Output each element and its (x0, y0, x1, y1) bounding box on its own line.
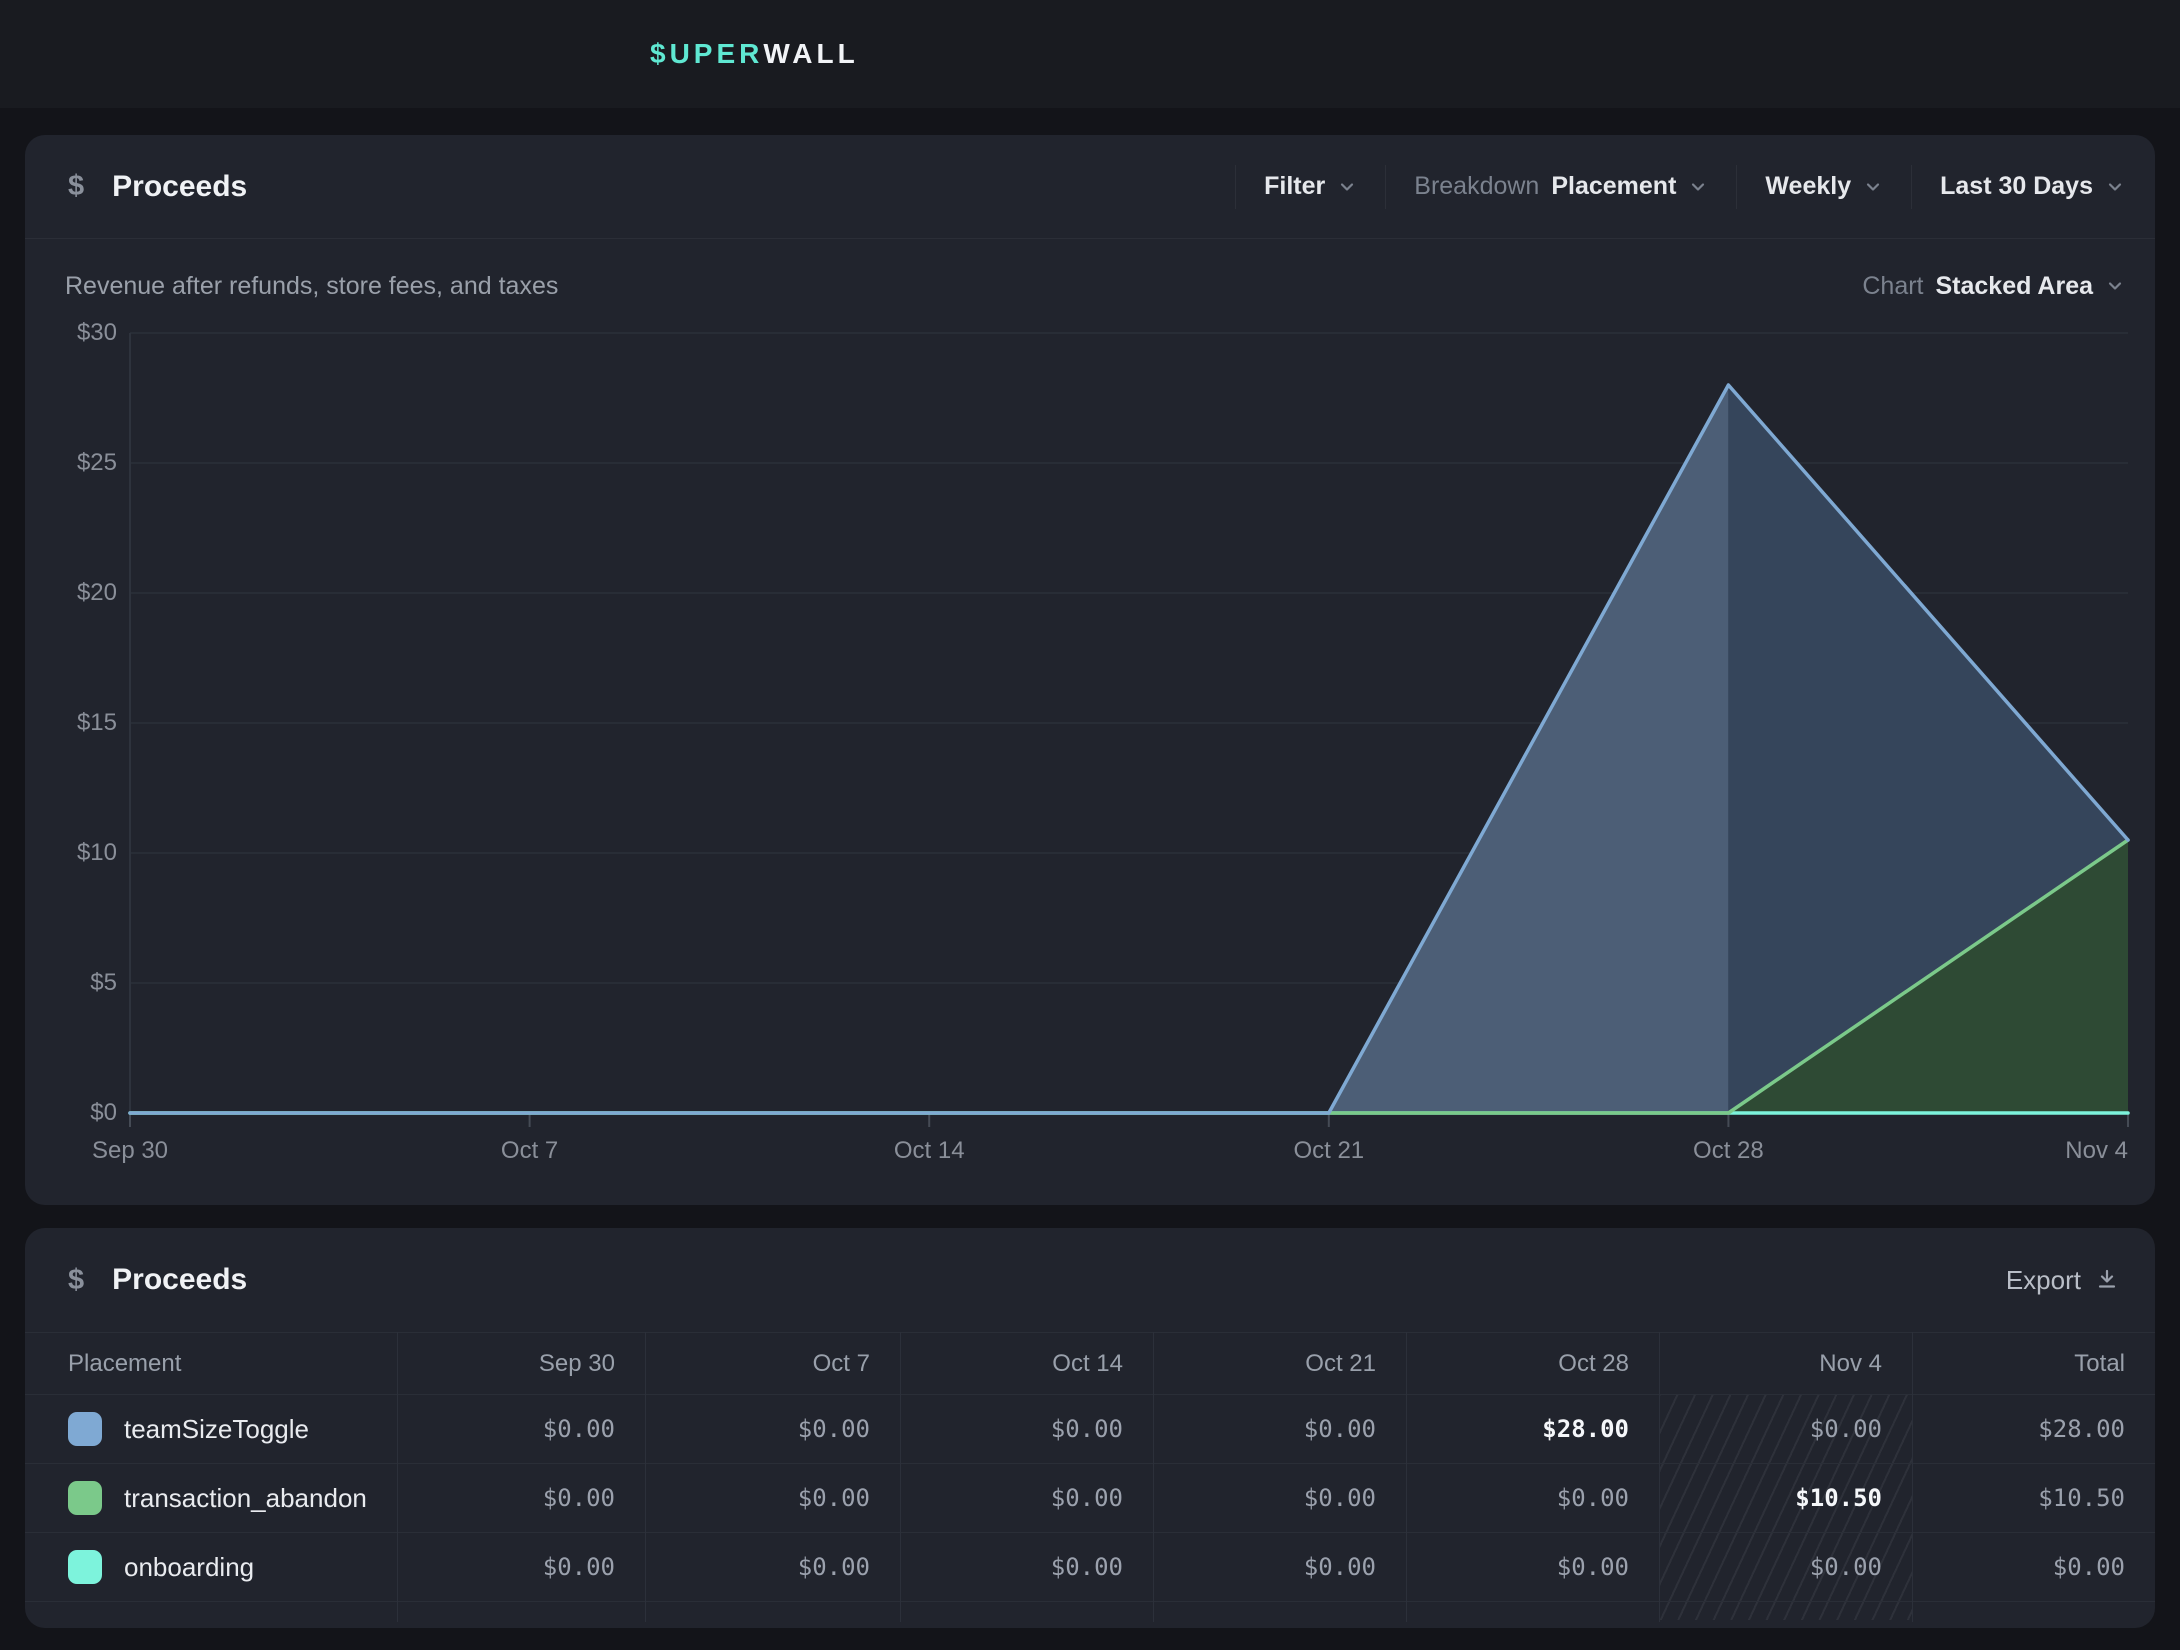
x-tick-label: Oct 21 (1293, 1137, 1364, 1165)
page: $UPERWALL $ Proceeds Filter Breakdown Pl… (0, 0, 2180, 1650)
placement-cell[interactable]: onboarding (25, 1533, 397, 1601)
column-header: Nov 4 (1659, 1333, 1912, 1394)
y-tick-label: $25 (25, 449, 117, 477)
column-header: Oct 21 (1153, 1333, 1406, 1394)
y-tick-label: $30 (25, 319, 117, 347)
x-tick-label: Nov 4 (2065, 1137, 2128, 1165)
download-icon (2095, 1268, 2119, 1292)
value-cell: $0.00 (1659, 1395, 1912, 1463)
value-cell: $28.00 (1406, 1395, 1659, 1463)
stacked-area-chart[interactable] (25, 135, 2155, 1205)
value-cell: $0.00 (645, 1395, 900, 1463)
placement-name: transaction_abandon (124, 1483, 367, 1514)
value-cell: $0.00 (397, 1533, 645, 1601)
table-row: transaction_abandon$0.00$0.00$0.00$0.00$… (25, 1463, 2155, 1532)
table-card-header: $ Proceeds Export (25, 1228, 2155, 1332)
value-cell: $0.00 (1153, 1533, 1406, 1601)
x-tick-label: Sep 30 (92, 1137, 168, 1165)
column-header: Total (1912, 1333, 2155, 1394)
y-tick-label: $10 (25, 839, 117, 867)
column-header: Oct 28 (1406, 1333, 1659, 1394)
value-cell: $10.50 (1912, 1464, 2155, 1532)
placement-cell[interactable]: transaction_abandon (25, 1464, 397, 1532)
column-header: Sep 30 (397, 1333, 645, 1394)
superwall-logo[interactable]: $UPERWALL (650, 0, 859, 108)
proceeds-table-card: $ Proceeds Export PlacementSep 30Oct 7Oc… (25, 1228, 2155, 1628)
value-cell: $0.00 (1406, 1464, 1659, 1532)
value-cell: $28.00 (1912, 1395, 2155, 1463)
value-cell: $0.00 (645, 1464, 900, 1532)
table-row: teamSizeToggle$0.00$0.00$0.00$0.00$28.00… (25, 1394, 2155, 1463)
x-tick-label: Oct 28 (1693, 1137, 1764, 1165)
value-cell: $0.00 (900, 1395, 1153, 1463)
x-tick-label: Oct 14 (894, 1137, 965, 1165)
placement-name: teamSizeToggle (124, 1414, 309, 1445)
y-tick-label: $20 (25, 579, 117, 607)
y-tick-label: $15 (25, 709, 117, 737)
proceeds-chart-card: $ Proceeds Filter Breakdown Placement We… (25, 135, 2155, 1205)
value-cell: $0.00 (1659, 1533, 1912, 1601)
table-card-title-group: $ Proceeds (25, 1263, 247, 1297)
column-header: Oct 14 (900, 1333, 1153, 1394)
logo-rest: WALL (763, 38, 858, 70)
series-color-chip (68, 1481, 102, 1515)
dollar-icon: $ (68, 1264, 84, 1297)
value-cell: $0.00 (397, 1464, 645, 1532)
value-cell: $0.00 (900, 1464, 1153, 1532)
value-cell: $0.00 (1153, 1464, 1406, 1532)
value-cell: $0.00 (397, 1395, 645, 1463)
value-cell: $0.00 (1912, 1533, 2155, 1601)
column-header: Oct 7 (645, 1333, 900, 1394)
table-header-row: PlacementSep 30Oct 7Oct 14Oct 21Oct 28No… (25, 1332, 2155, 1394)
series-color-chip (68, 1550, 102, 1584)
value-cell: $0.00 (1406, 1533, 1659, 1601)
x-tick-label: Oct 7 (501, 1137, 558, 1165)
table-card-title: Proceeds (112, 1263, 247, 1297)
y-tick-label: $5 (25, 969, 117, 997)
export-button[interactable]: Export (2000, 1228, 2125, 1332)
value-cell: $0.00 (900, 1533, 1153, 1601)
topbar: $UPERWALL (0, 0, 2180, 108)
export-label: Export (2006, 1265, 2081, 1296)
placement-cell[interactable]: teamSizeToggle (25, 1395, 397, 1463)
column-header: Placement (25, 1333, 397, 1394)
value-cell: $0.00 (645, 1533, 900, 1601)
value-cell: $10.50 (1659, 1464, 1912, 1532)
proceeds-table: PlacementSep 30Oct 7Oct 14Oct 21Oct 28No… (25, 1332, 2155, 1602)
logo-accent: $UPER (650, 38, 763, 70)
table-row: onboarding$0.00$0.00$0.00$0.00$0.00$0.00… (25, 1532, 2155, 1602)
placement-name: onboarding (124, 1552, 254, 1583)
series-color-chip (68, 1412, 102, 1446)
y-tick-label: $0 (25, 1099, 117, 1127)
value-cell: $0.00 (1153, 1395, 1406, 1463)
